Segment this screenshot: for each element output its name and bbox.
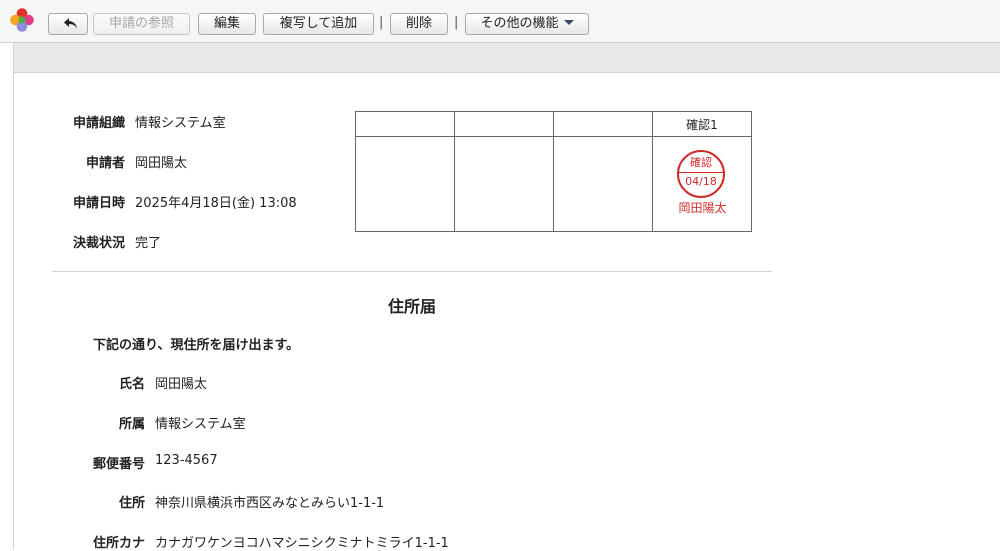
- app-logo-icon[interactable]: [8, 6, 36, 34]
- back-button[interactable]: [48, 13, 88, 35]
- toolbar: 申請の参照 編集 複写して追加 | 削除 | その他の機能: [0, 0, 1000, 43]
- field-value-address: 神奈川県横浜市西区みなとみらい1-1-1: [155, 496, 385, 511]
- sub-toolbar: [13, 43, 1000, 73]
- approval-header: [454, 111, 554, 137]
- delete-button[interactable]: 削除: [390, 13, 448, 35]
- copy-and-add-button[interactable]: 複写して追加: [263, 13, 374, 35]
- form-title: 住所届: [387, 297, 436, 316]
- section-divider: [52, 271, 772, 272]
- field-label-department: 所属: [118, 417, 145, 432]
- approval-stamp: 確認 04/18: [677, 150, 725, 198]
- field-label-name: 氏名: [118, 377, 145, 392]
- stamp-date: 04/18: [685, 175, 717, 188]
- field-label-address: 住所: [118, 496, 145, 511]
- datetime-value: 2025年4月18日(金) 13:08: [135, 196, 297, 211]
- toolbar-separator: |: [379, 15, 384, 30]
- toolbar-separator: |: [454, 15, 459, 30]
- field-value-name: 岡田陽太: [155, 377, 208, 392]
- approval-header: [553, 111, 653, 137]
- stamp-divider: [679, 172, 723, 173]
- approval-cell: [355, 136, 455, 232]
- edit-button[interactable]: 編集: [198, 13, 256, 35]
- field-value-postal-code: 123-4567: [155, 453, 218, 468]
- chevron-down-icon: [563, 20, 574, 25]
- approval-table: 確認1 確認 04/18 岡田陽太: [355, 111, 752, 232]
- datetime-label: 申請日時: [72, 196, 125, 211]
- other-functions-label: その他の機能: [480, 16, 559, 31]
- stamp-approver-name: 岡田陽太: [678, 201, 727, 215]
- back-arrow-icon: [64, 18, 77, 29]
- applicant-value: 岡田陽太: [135, 156, 188, 171]
- form-lead-text: 下記の通り、現住所を届け出ます。: [93, 338, 300, 353]
- approval-header: [355, 111, 455, 137]
- other-functions-dropdown[interactable]: その他の機能: [465, 13, 589, 35]
- view-request-button[interactable]: 申請の参照: [93, 13, 190, 35]
- field-value-address-kana: カナガワケンヨコハマシニシクミナトミライ1-1-1: [155, 536, 449, 551]
- org-value: 情報システム室: [135, 116, 226, 131]
- org-label: 申請組織: [72, 116, 125, 131]
- field-label-postal-code: 郵便番号: [92, 457, 145, 472]
- field-value-department: 情報システム室: [155, 417, 246, 432]
- status-value: 完了: [135, 236, 162, 251]
- field-label-address-kana: 住所カナ: [92, 536, 145, 551]
- approval-cell: [553, 136, 653, 232]
- approval-cell-confirm1: 確認 04/18 岡田陽太: [652, 136, 752, 232]
- approval-cell: [454, 136, 554, 232]
- applicant-label: 申請者: [85, 156, 125, 171]
- stamp-title: 確認: [690, 156, 712, 169]
- status-label: 決裁状況: [72, 236, 125, 251]
- approval-header-confirm1: 確認1: [652, 111, 752, 137]
